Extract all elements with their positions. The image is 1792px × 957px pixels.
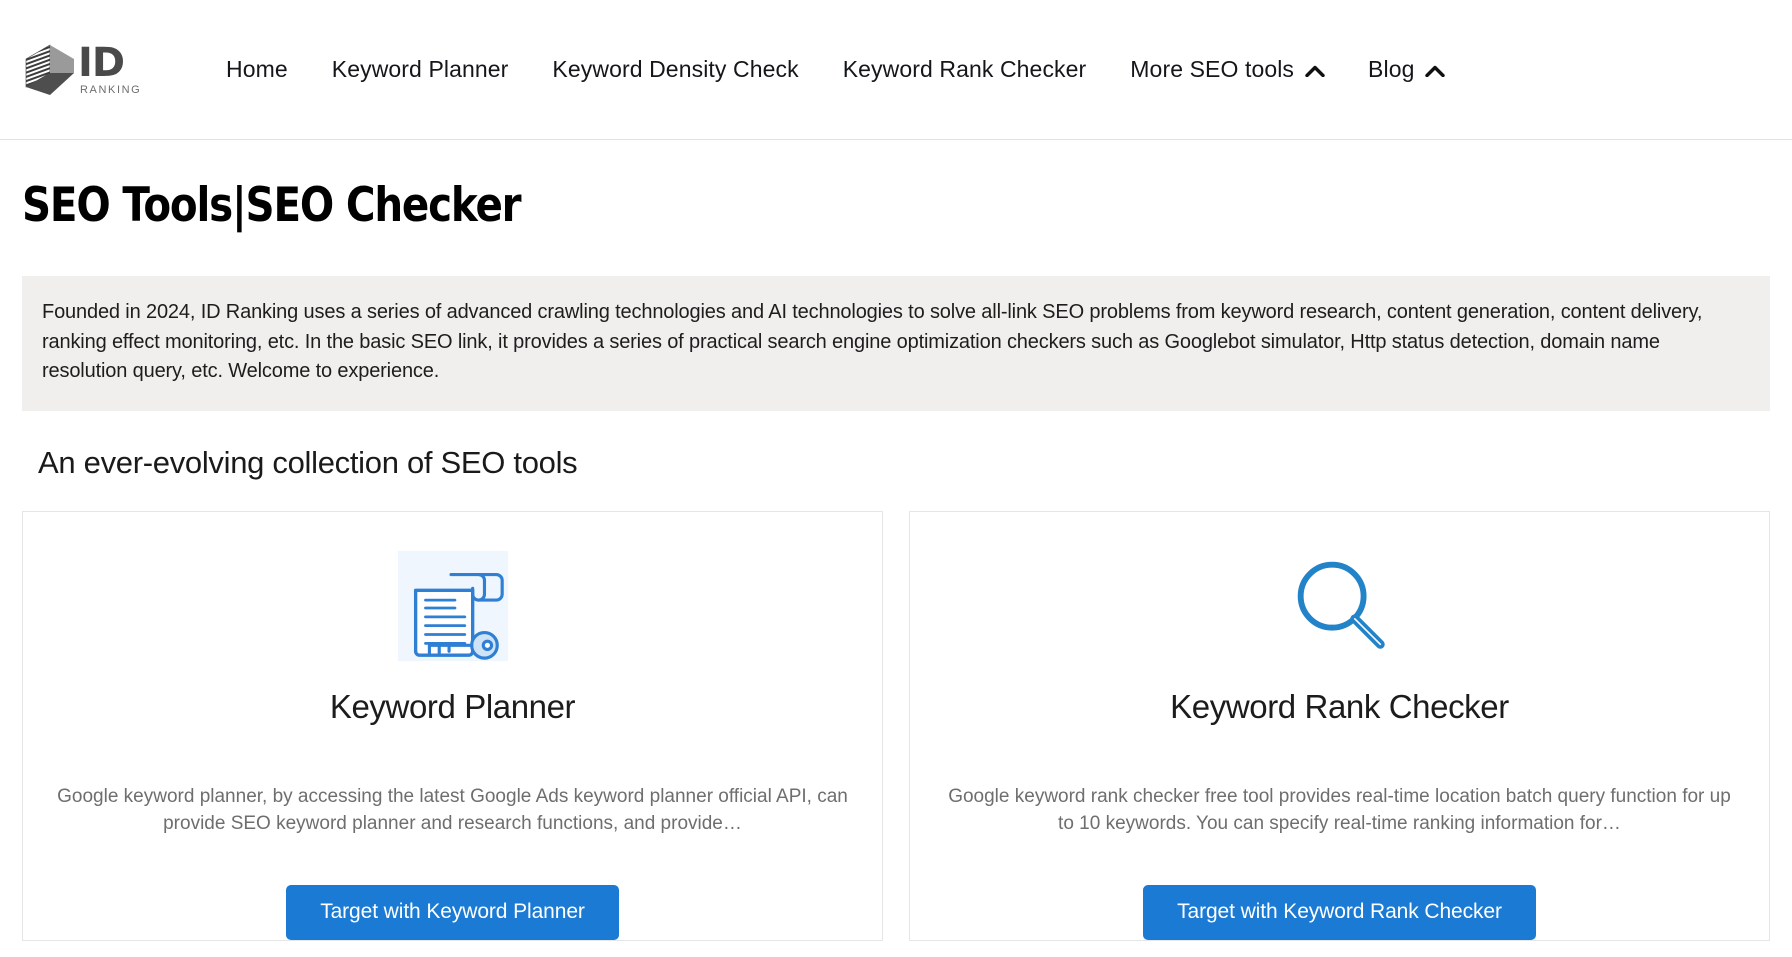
target-with-keyword-planner-button[interactable]: Target with Keyword Planner	[286, 884, 619, 940]
nav-label: Keyword Density Check	[552, 56, 799, 82]
nav-item-keyword-planner[interactable]: Keyword Planner	[310, 50, 531, 89]
card-description: Google keyword rank checker free tool pr…	[948, 785, 1731, 834]
card-title: Keyword Planner	[329, 687, 576, 725]
site-header: ID RANKING Home Keyword Planner Keyword …	[0, 0, 1792, 140]
section-title: An ever-evolving collection of SEO tools	[38, 444, 578, 480]
nav-label: Home	[226, 56, 288, 82]
nav-item-keyword-density-check[interactable]: Keyword Density Check	[530, 50, 820, 89]
page-title: SEO Tools|SEO Checker	[22, 178, 522, 233]
nav-item-blog[interactable]: Blog	[1346, 50, 1466, 89]
nav-label: Blog	[1368, 56, 1415, 82]
page-content: SEO Tools|SEO Checker Founded in 2024, I…	[0, 178, 1792, 941]
nav-label: More SEO tools	[1130, 56, 1295, 82]
logo-tagline: RANKING	[80, 83, 142, 96]
intro-panel: Founded in 2024, ID Ranking uses a serie…	[22, 276, 1770, 411]
card-description: Google keyword planner, by accessing the…	[57, 785, 848, 834]
magnifier-icon	[1281, 546, 1399, 666]
nav-label: Keyword Planner	[331, 56, 509, 82]
target-with-keyword-rank-checker-button[interactable]: Target with Keyword Rank Checker	[1143, 884, 1536, 940]
tool-card-list: Keyword Planner Google keyword planner, …	[22, 510, 1770, 941]
cube-logo-icon	[22, 39, 84, 101]
nav-item-keyword-rank-checker[interactable]: Keyword Rank Checker	[821, 50, 1109, 89]
nav-label: Keyword Rank Checker	[842, 56, 1087, 82]
logo-text: ID	[78, 39, 125, 86]
document-key-icon	[394, 546, 512, 666]
nav-item-more-seo-tools[interactable]: More SEO tools	[1108, 50, 1346, 89]
tool-card-keyword-rank-checker[interactable]: Keyword Rank Checker Google keyword rank…	[909, 510, 1770, 941]
caret-up-icon	[1305, 65, 1325, 77]
tool-card-keyword-planner[interactable]: Keyword Planner Google keyword planner, …	[22, 510, 883, 941]
nav-item-home[interactable]: Home	[204, 50, 310, 89]
site-logo[interactable]: ID RANKING	[22, 39, 172, 101]
card-title: Keyword Rank Checker	[1170, 687, 1509, 725]
main-navigation: Home Keyword Planner Keyword Density Che…	[204, 50, 1466, 89]
intro-text: Founded in 2024, ID Ranking uses a serie…	[42, 301, 1703, 383]
caret-up-icon	[1425, 65, 1446, 77]
